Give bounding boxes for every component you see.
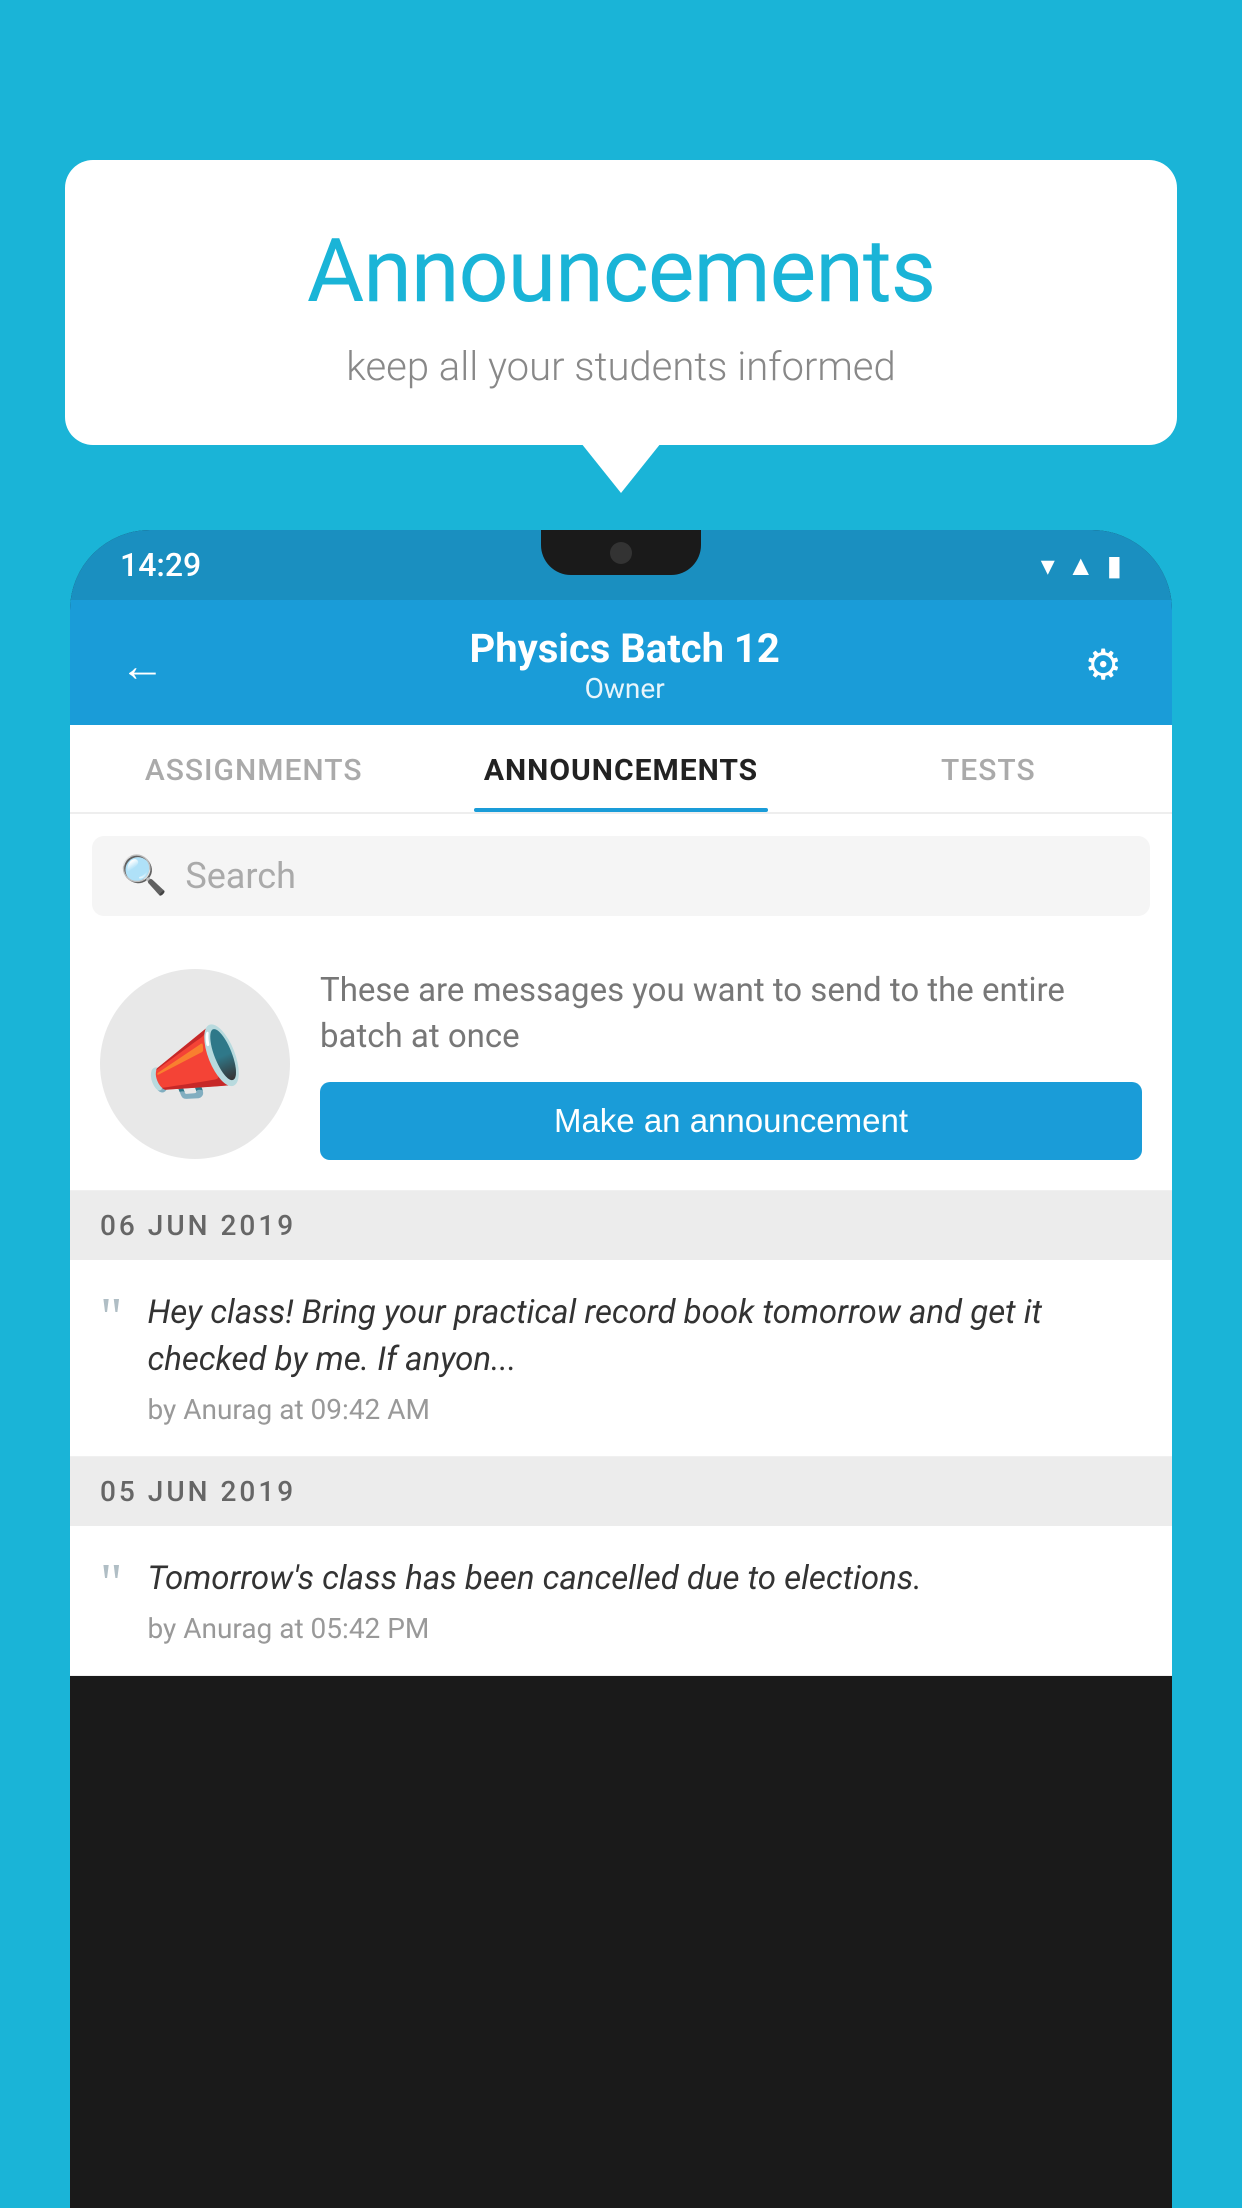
search-icon: 🔍 [120,854,167,898]
megaphone-icon: 📣 [145,1017,245,1111]
bubble-title: Announcements [135,220,1107,323]
tab-tests[interactable]: TESTS [805,725,1172,812]
phone-frame: 14:29 ▾ ▲ ▮ ← Physics Batch 12 Owner ⚙ A… [70,530,1172,2208]
announcement-text-2: Tomorrow's class has been cancelled due … [147,1556,1142,1602]
speech-bubble-section: Announcements keep all your students inf… [65,160,1177,445]
promo-text: These are messages you want to send to t… [320,968,1142,1060]
bubble-subtitle: keep all your students informed [135,343,1107,390]
date-separator-1: 06 JUN 2019 [70,1191,1172,1260]
status-time: 14:29 [120,546,201,584]
make-announcement-button[interactable]: Make an announcement [320,1082,1142,1160]
promo-icon-circle: 📣 [100,969,290,1159]
app-header: ← Physics Batch 12 Owner ⚙ [70,600,1172,725]
notch [541,530,701,575]
signal-icon: ▲ [1067,549,1095,582]
phone-content: 🔍 Search 📣 These are messages you want t… [70,814,1172,1676]
header-title: Physics Batch 12 [470,625,780,672]
tab-assignments[interactable]: ASSIGNMENTS [70,725,437,812]
announcement-item-1: " Hey class! Bring your practical record… [70,1260,1172,1456]
announcement-content-2: Tomorrow's class has been cancelled due … [147,1556,1142,1645]
settings-icon[interactable]: ⚙ [1084,640,1122,690]
notch-camera [610,542,632,564]
header-subtitle: Owner [470,672,780,705]
announcement-text-1: Hey class! Bring your practical record b… [147,1290,1142,1382]
tabs-bar: ASSIGNMENTS ANNOUNCEMENTS TESTS [70,725,1172,814]
search-bar[interactable]: 🔍 Search [92,836,1150,916]
announcement-meta-2: by Anurag at 05:42 PM [147,1612,1142,1645]
tab-announcements[interactable]: ANNOUNCEMENTS [437,725,804,812]
header-center: Physics Batch 12 Owner [470,625,780,705]
quote-icon-1: " [100,1295,122,1339]
back-button[interactable]: ← [120,639,165,692]
date-separator-2: 05 JUN 2019 [70,1457,1172,1526]
wifi-icon: ▾ [1041,549,1055,582]
status-bar: 14:29 ▾ ▲ ▮ [70,530,1172,600]
speech-bubble: Announcements keep all your students inf… [65,160,1177,445]
promo-right: These are messages you want to send to t… [320,968,1142,1160]
announcement-item-2: " Tomorrow's class has been cancelled du… [70,1526,1172,1676]
quote-icon-2: " [100,1561,122,1605]
status-icons: ▾ ▲ ▮ [1041,549,1122,582]
announcement-content-1: Hey class! Bring your practical record b… [147,1290,1142,1425]
announcement-meta-1: by Anurag at 09:42 AM [147,1393,1142,1426]
battery-icon: ▮ [1107,549,1122,582]
search-placeholder: Search [185,855,296,897]
announcement-promo: 📣 These are messages you want to send to… [70,938,1172,1191]
